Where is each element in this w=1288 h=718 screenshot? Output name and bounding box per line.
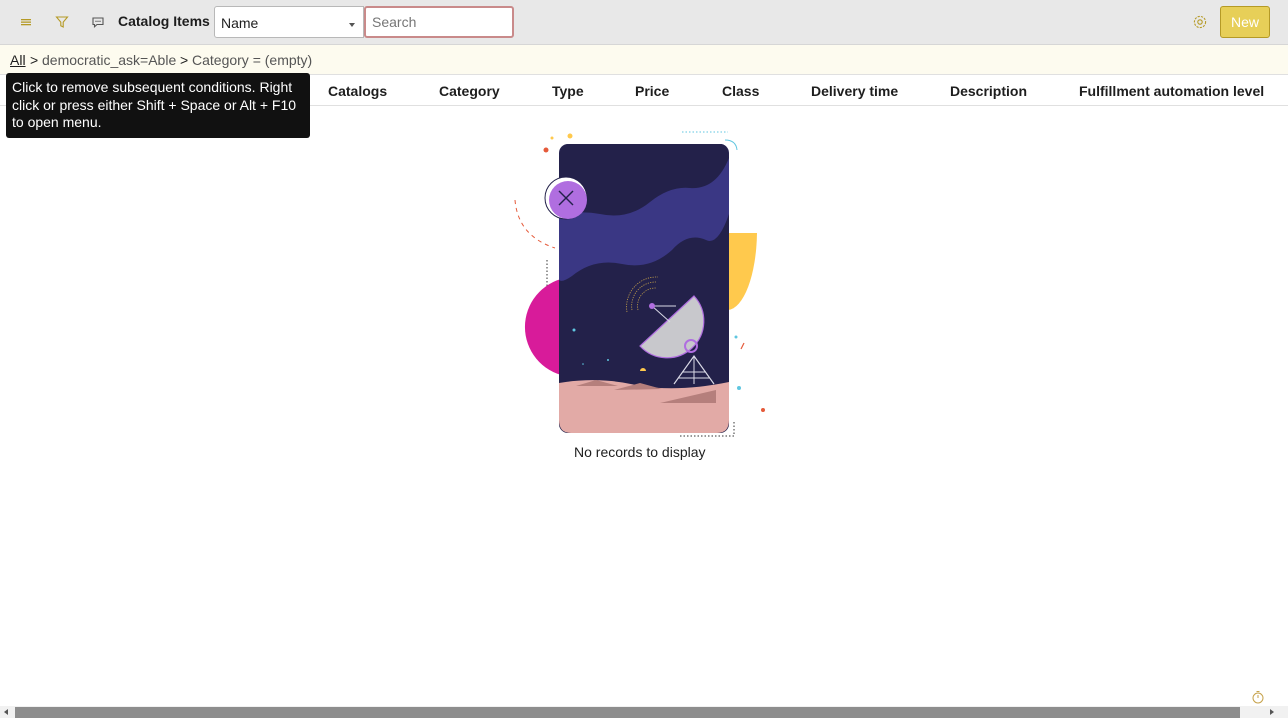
stopwatch-icon[interactable] bbox=[1251, 690, 1265, 704]
column-header-delivery-time[interactable]: Delivery time bbox=[811, 83, 898, 99]
search-input[interactable] bbox=[364, 6, 514, 38]
scroll-left-arrow-icon[interactable] bbox=[4, 709, 8, 715]
caret-down-icon bbox=[349, 23, 355, 27]
breadcrumb-all[interactable]: All bbox=[10, 52, 26, 68]
column-header-catalogs[interactable]: Catalogs bbox=[328, 83, 387, 99]
breadcrumb-condition-2[interactable]: Category = (empty) bbox=[192, 52, 312, 68]
breadcrumb-condition-1[interactable]: democratic_ask=Able bbox=[42, 52, 176, 68]
chat-bubble-icon[interactable] bbox=[87, 11, 109, 33]
list-header-bar: Catalog Items Name New bbox=[0, 0, 1288, 45]
empty-state-message: No records to display bbox=[574, 444, 706, 460]
page-title: Catalog Items bbox=[118, 13, 210, 29]
hamburger-menu-icon[interactable] bbox=[15, 11, 37, 33]
search-field-select-value: Name bbox=[221, 15, 259, 31]
scroll-right-arrow-icon[interactable] bbox=[1270, 709, 1274, 715]
column-header-fulfillment-automation-level[interactable]: Fulfillment automation level bbox=[1079, 83, 1264, 99]
gear-icon[interactable] bbox=[1189, 11, 1211, 33]
column-header-class[interactable]: Class bbox=[722, 83, 759, 99]
column-header-description[interactable]: Description bbox=[950, 83, 1027, 99]
breadcrumb-separator: > bbox=[30, 52, 39, 68]
column-header-category[interactable]: Category bbox=[439, 83, 500, 99]
empty-state-illustration bbox=[514, 131, 765, 437]
new-button[interactable]: New bbox=[1220, 6, 1270, 38]
horizontal-scrollbar[interactable] bbox=[0, 706, 1288, 718]
funnel-filter-icon[interactable] bbox=[51, 11, 73, 33]
column-header-price[interactable]: Price bbox=[635, 83, 669, 99]
scrollbar-thumb[interactable] bbox=[15, 707, 1240, 718]
breadcrumb: All > democratic_ask=Able > Category = (… bbox=[0, 45, 1288, 74]
breadcrumb-tooltip: Click to remove subsequent conditions. R… bbox=[6, 73, 310, 138]
search-field-select[interactable]: Name bbox=[214, 6, 364, 38]
column-header-type[interactable]: Type bbox=[552, 83, 584, 99]
breadcrumb-separator: > bbox=[180, 52, 189, 68]
